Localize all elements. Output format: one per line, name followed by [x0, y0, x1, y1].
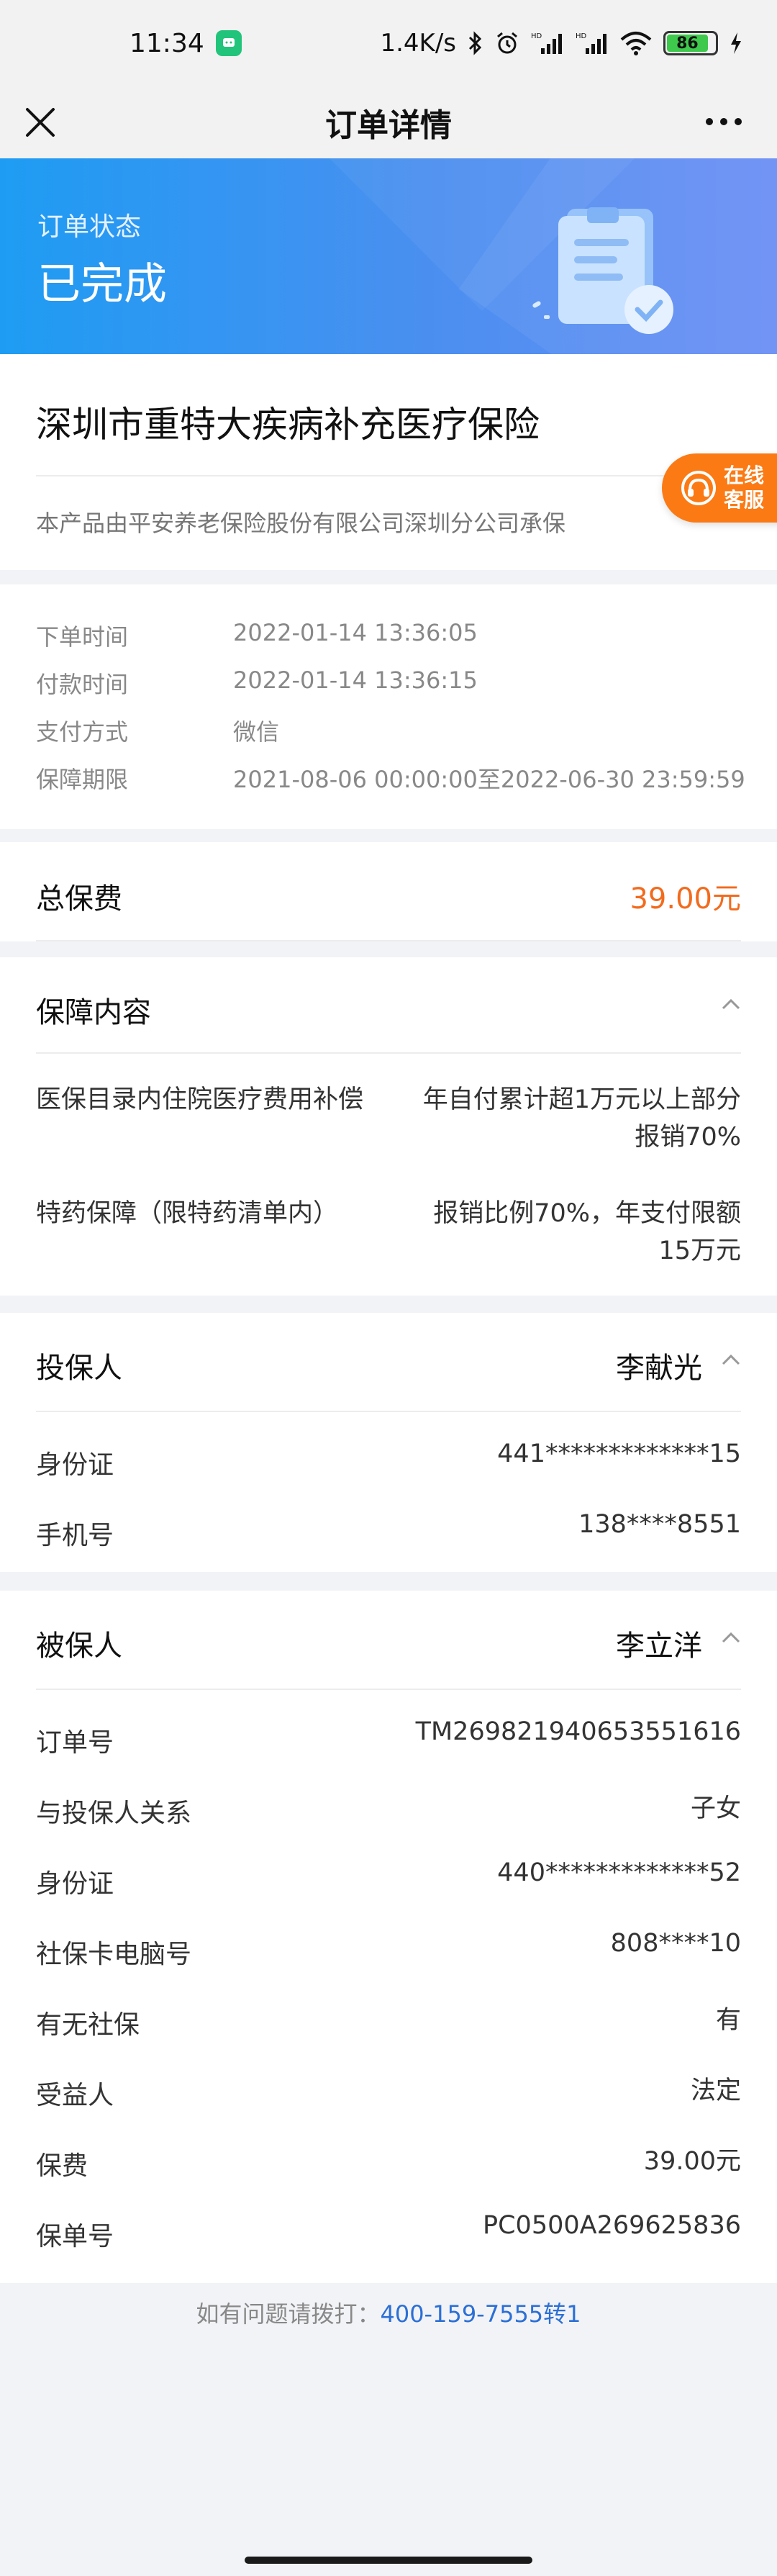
premium-label: 保费 [36, 2151, 88, 2181]
status-time: 11:34 [130, 28, 204, 58]
close-icon[interactable] [24, 107, 56, 138]
status-right: 1.4K/s HD HD 86 [380, 29, 742, 58]
svg-text:HD: HD [576, 32, 587, 40]
coverage-title[interactable]: 保障内容 [36, 989, 151, 1031]
policy-number-value: PC0500A269625836 [483, 2211, 741, 2240]
divider [36, 1689, 741, 1690]
premium-value: 39.00元 [643, 2147, 741, 2176]
alarm-icon [497, 32, 517, 54]
payment-time-value: 2022-01-14 13:36:15 [233, 666, 478, 694]
total-premium-value: 39.00元 [630, 882, 741, 916]
chat-app-icon [215, 30, 242, 56]
customer-service-label: 在线 客服 [724, 464, 764, 512]
payment-method-value: 微信 [233, 718, 280, 746]
charging-icon [731, 32, 741, 54]
nav-bar: 订单详情 [0, 86, 777, 158]
network-speed: 1.4K/s [380, 29, 456, 58]
battery-level: 86 [667, 35, 708, 53]
status-bar: 11:34 1.4K/s HD HD 86 [0, 0, 777, 86]
id-card-label: 身份证 [36, 1869, 114, 1899]
cs-line2: 客服 [724, 488, 765, 512]
has-social-security-value: 有 [715, 2006, 741, 2035]
order-time-value: 2022-01-14 13:36:05 [233, 619, 478, 646]
social-security-card-value: 808****10 [610, 1929, 741, 1958]
more-icon[interactable] [704, 111, 744, 132]
coverage-item-value: 报销比例70%，年支付限额15万元 [433, 1199, 741, 1265]
wifi-icon [620, 32, 652, 55]
signal-hd-icon: HD [531, 32, 562, 54]
online-customer-service-button[interactable]: 在线 客服 [662, 453, 777, 523]
home-indicator[interactable] [245, 2557, 532, 2564]
insured-section: 被保人 李立洋 订单号 TM269821940653551616 与投保人关系 … [0, 1591, 777, 2283]
coverage-period-label: 保障期限 [36, 766, 129, 793]
divider [36, 475, 741, 476]
contact-hint-text: 如有问题请拨打： [196, 2300, 381, 2328]
order-info-card: 下单时间 2022-01-14 13:36:05 付款时间 2022-01-14… [0, 584, 777, 829]
policy-number-label: 保单号 [36, 2222, 114, 2251]
clipboard-check-icon [532, 207, 673, 334]
order-time-label: 下单时间 [36, 623, 129, 651]
chevron-up-icon[interactable] [721, 1353, 741, 1366]
total-premium-label: 总保费 [36, 882, 122, 916]
phone-value: 138****8551 [578, 1510, 741, 1539]
page-title: 订单详情 [325, 107, 452, 144]
social-security-card-label: 社保卡电脑号 [36, 1940, 192, 1969]
relationship-label: 与投保人关系 [36, 1799, 192, 1828]
has-social-security-label: 有无社保 [36, 2010, 140, 2040]
contact-hint: 如有问题请拨打：400-159-7555转1 [0, 2296, 777, 2329]
id-card-value: 440*************52 [497, 1858, 741, 1887]
chevron-up-icon[interactable] [721, 1631, 741, 1644]
policyholder-section: 投保人 李献光 身份证 441*************15 手机号 138**… [0, 1313, 777, 1572]
coverage-item-name: 特药保障（限特药清单内） [36, 1199, 339, 1228]
total-premium-row: 总保费 39.00元 [0, 842, 777, 941]
product-card: 深圳市重特大疾病补充医疗保险 本产品由平安养老保险股份有限公司深圳分公司承保 [0, 354, 777, 570]
svg-text:HD: HD [531, 32, 542, 40]
battery-icon: 86 [663, 31, 718, 55]
coverage-section: 保障内容 医保目录内住院医疗费用补偿 年自付累计超1万元以上部分报销70% 特药… [0, 957, 777, 1296]
contact-phone-link[interactable]: 400-159-7555转1 [380, 2300, 581, 2328]
divider [36, 940, 741, 941]
payment-time-label: 付款时间 [36, 671, 129, 698]
cs-line1: 在线 [724, 464, 765, 487]
coverage-item-value: 年自付累计超1万元以上部分报销70% [422, 1085, 741, 1152]
insured-name[interactable]: 李立洋 [616, 1622, 702, 1664]
coverage-period-value: 2021-08-06 00:00:00至2022-06-30 23:59:59 [233, 766, 745, 793]
product-underwriter: 本产品由平安养老保险股份有限公司深圳分公司承保 [36, 510, 566, 537]
beneficiary-value: 法定 [690, 2076, 741, 2105]
order-number-label: 订单号 [36, 1728, 114, 1758]
order-status-banner: 订单状态 已完成 [0, 158, 777, 354]
insured-title: 被保人 [36, 1630, 122, 1663]
policyholder-name[interactable]: 李献光 [616, 1345, 702, 1386]
signal-hd-icon: HD [576, 32, 606, 54]
order-status-label: 订单状态 [37, 212, 142, 242]
coverage-item-name: 医保目录内住院医疗费用补偿 [36, 1085, 364, 1114]
headset-icon [681, 471, 716, 505]
id-card-value: 441*************15 [497, 1440, 741, 1468]
bluetooth-icon [468, 31, 482, 55]
product-title: 深圳市重特大疾病补充医疗保险 [36, 404, 540, 446]
payment-method-label: 支付方式 [36, 718, 129, 746]
id-card-label: 身份证 [36, 1450, 114, 1480]
beneficiary-label: 受益人 [36, 2081, 114, 2110]
policyholder-title: 投保人 [36, 1352, 122, 1385]
phone-label: 手机号 [36, 1521, 114, 1550]
relationship-value: 子女 [690, 1794, 741, 1823]
order-number-value: TM269821940653551616 [415, 1717, 741, 1746]
divider [36, 1052, 741, 1054]
divider [36, 1411, 741, 1412]
chevron-up-icon[interactable] [721, 998, 741, 1011]
status-left: 11:34 [130, 29, 242, 58]
order-status-value: 已完成 [37, 259, 167, 309]
